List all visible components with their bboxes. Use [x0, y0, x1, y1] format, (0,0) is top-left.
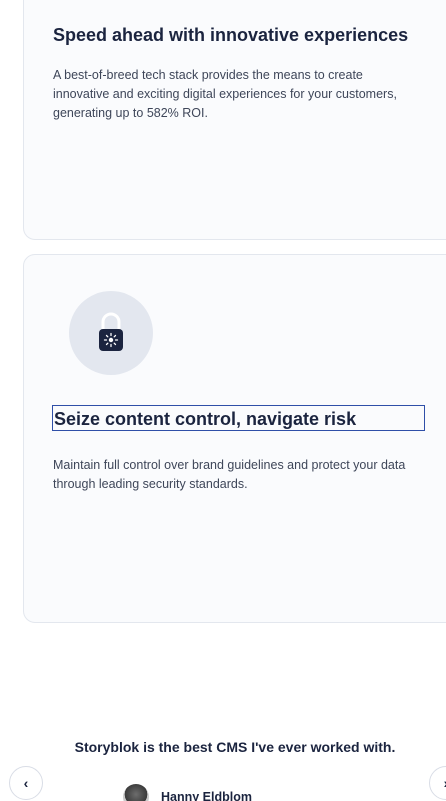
author-name: Hanny Eldblom — [161, 790, 252, 801]
feature-card-control: Seize content control, navigate risk Mai… — [23, 254, 446, 623]
card-title: Speed ahead with innovative experiences — [53, 25, 409, 45]
card-description: A best-of-breed tech stack provides the … — [53, 68, 397, 120]
testimonial-quote: Storyblok is the best CMS I've ever work… — [74, 739, 396, 755]
chevron-left-icon: ‹ — [23, 775, 29, 791]
card-title-focus-box: Seize content control, navigate risk — [52, 405, 425, 431]
lock-icon — [69, 291, 153, 375]
chevron-right-icon: › — [430, 767, 446, 799]
feature-card-speed: Speed ahead with innovative experiences … — [23, 0, 446, 240]
carousel-next-button[interactable]: › — [429, 766, 446, 800]
page: Speed ahead with innovative experiences … — [0, 0, 446, 801]
testimonial-author: Hanny Eldblom — [123, 784, 252, 801]
carousel-prev-button[interactable]: ‹ — [9, 766, 43, 800]
card-title: Seize content control, navigate risk — [54, 409, 357, 429]
avatar — [123, 784, 149, 801]
card-description: Maintain full control over brand guideli… — [53, 458, 406, 491]
